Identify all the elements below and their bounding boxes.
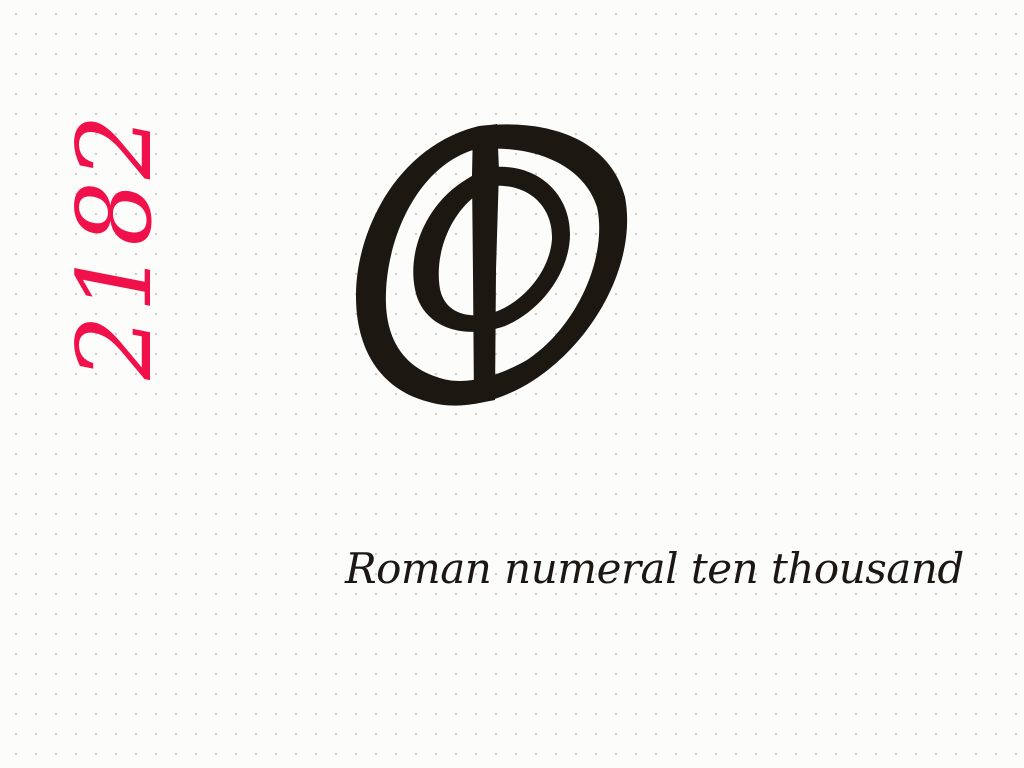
- caption: Roman numeral ten thousand: [345, 544, 964, 593]
- vertical-stem-stroke: [472, 124, 499, 404]
- number-label: 2182: [56, 112, 175, 380]
- calligraphy-page: 2182 Roman numeral ten thousand: [0, 0, 1024, 768]
- roman-numeral-ten-thousand-icon: [355, 124, 628, 406]
